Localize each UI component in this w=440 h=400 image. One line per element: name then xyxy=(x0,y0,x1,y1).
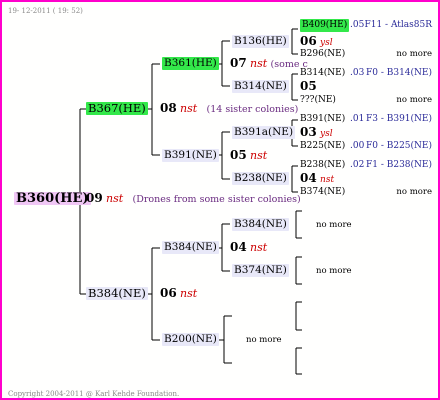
gen3a-gen: 06 xyxy=(300,34,317,48)
node-b361[interactable]: B361(HE) xyxy=(162,57,219,70)
gen2a-gen: 07 xyxy=(230,56,247,70)
gen4-2-ref: F0 - B314(NE) xyxy=(366,68,432,78)
gen2a-nst: nst xyxy=(250,57,268,70)
node-b200[interactable]: B200(NE) xyxy=(162,333,219,346)
gen3a-tag: ysl xyxy=(320,38,333,48)
gen4-1-ref: no more xyxy=(396,49,432,59)
gen3d-gen: 04 xyxy=(300,171,317,185)
gen3c-mate-info: 03 ysl xyxy=(300,126,333,141)
gen3c-gen: 03 xyxy=(300,125,317,139)
node-b384-gen2[interactable]: B384(NE) xyxy=(162,241,219,254)
node-b391a[interactable]: B391a(NE) xyxy=(232,126,296,139)
root-mate-info: 09 nst (Drones from some sister colonies… xyxy=(86,192,301,206)
node-b314[interactable]: B314(NE) xyxy=(232,80,289,93)
gen1a-nst: nst xyxy=(180,102,198,115)
node-b225[interactable]: B225(NE) xyxy=(300,140,345,153)
root-nst: nst xyxy=(106,192,124,205)
gen1b-nst: nst xyxy=(180,287,198,300)
gen3b-gen: 05 xyxy=(300,79,317,93)
node-b314-gen4[interactable]: B314(NE) xyxy=(300,67,345,80)
gen4-3-ref: no more xyxy=(396,95,432,105)
gen3c-tag: ysl xyxy=(320,129,333,139)
gen2c-nst: nst xyxy=(250,241,268,254)
gen3d-tag: nst xyxy=(320,175,335,185)
gen2d-no-more: no more xyxy=(246,335,282,345)
gen3d-mate-info: 04 nst xyxy=(300,172,334,187)
node-b409[interactable]: B409(HE) xyxy=(300,19,350,32)
node-b367[interactable]: B367(HE) xyxy=(86,102,148,115)
node-b391-gen4[interactable]: B391(NE) xyxy=(300,113,345,126)
gen4-7-ref: no more xyxy=(396,187,432,197)
gen2c-mate-info: 04 nst xyxy=(230,241,267,255)
gen3e-no-more: no more xyxy=(316,220,352,230)
node-b238-gen4[interactable]: B238(NE) xyxy=(300,159,345,172)
gen1b-gen: 06 xyxy=(160,286,177,300)
node-b374-gen4[interactable]: B374(NE) xyxy=(300,186,345,199)
node-b374[interactable]: B374(NE) xyxy=(232,264,289,277)
root-gen: 09 xyxy=(86,191,103,205)
node-b384-gen1[interactable]: B384(NE) xyxy=(86,287,148,300)
copyright: Copyright 2004-2011 @ Karl Kehde Foundat… xyxy=(8,390,180,398)
root-note: (Drones from some sister colonies) xyxy=(132,194,301,205)
node-unknown[interactable]: ???(NE) xyxy=(300,94,336,107)
gen2c-gen: 04 xyxy=(230,240,247,254)
gen3b-mate-info: 05 xyxy=(300,80,317,94)
gen4-4-ref: F3 - B391(NE) xyxy=(366,114,432,124)
node-b238[interactable]: B238(NE) xyxy=(232,172,289,185)
node-b136[interactable]: B136(HE) xyxy=(232,35,289,48)
timestamp: 19- 12-2011 ( 19: 52) xyxy=(8,7,83,15)
gen4-0-ref: F11 - Atlas85R xyxy=(364,20,432,30)
gen2b-gen: 05 xyxy=(230,148,247,162)
node-b296[interactable]: B296(NE) xyxy=(300,48,345,61)
pedigree-frame: 19- 12-2011 ( 19: 52) Copyright 2004-201… xyxy=(0,0,440,400)
gen1a-mate-info: 08 nst (14 sister colonies) xyxy=(160,102,298,116)
node-b391-gen2[interactable]: B391(NE) xyxy=(162,149,219,162)
gen4-6-ref: F1 - B238(NE) xyxy=(366,160,432,170)
root-node[interactable]: B360(HE) xyxy=(14,192,91,205)
gen3f-no-more: no more xyxy=(316,266,352,276)
gen2b-mate-info: 05 nst xyxy=(230,149,267,163)
gen4-5-ref: F0 - B225(NE) xyxy=(366,141,432,151)
gen2b-nst: nst xyxy=(250,149,268,162)
gen1b-mate-info: 06 nst xyxy=(160,287,197,301)
gen2a-mate-info: 07 nst (some c xyxy=(230,57,308,71)
gen1a-note: (14 sister colonies) xyxy=(206,104,299,115)
node-b384-gen3[interactable]: B384(NE) xyxy=(232,218,289,231)
gen1a-gen: 08 xyxy=(160,101,177,115)
